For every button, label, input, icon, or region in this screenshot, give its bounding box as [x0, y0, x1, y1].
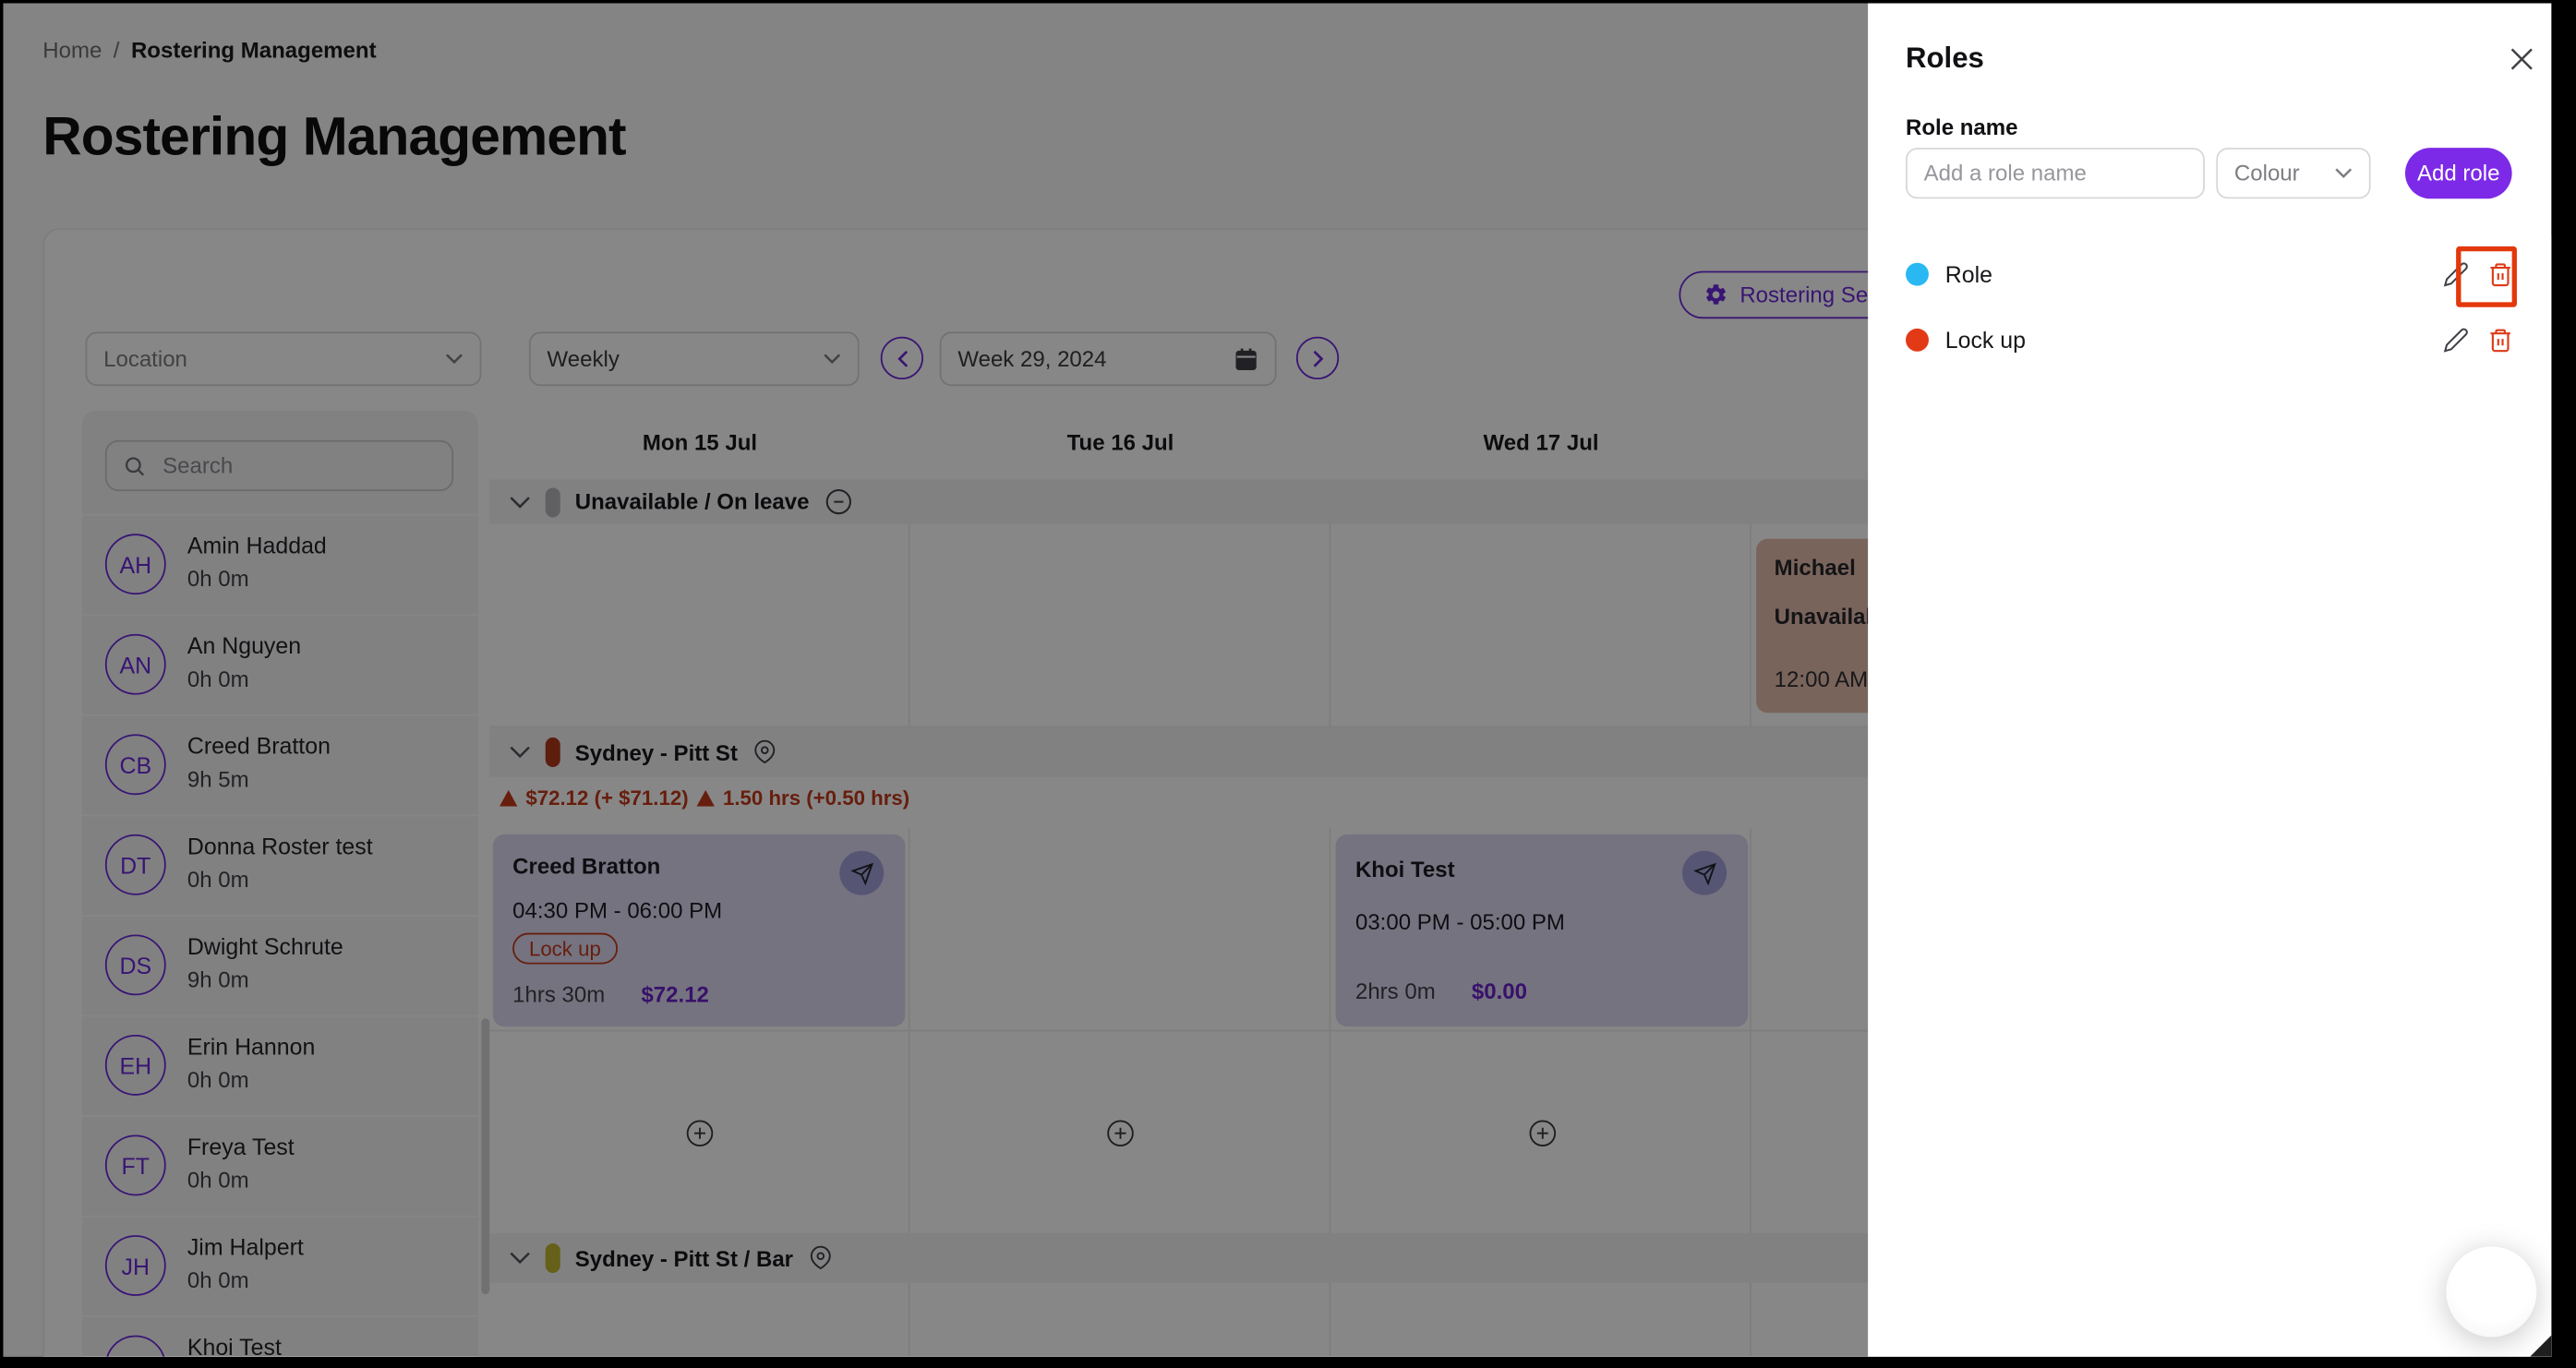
- role-name-input[interactable]: [1906, 148, 2205, 198]
- chat-widget-button[interactable]: [2446, 1247, 2536, 1338]
- delete-role-button[interactable]: [2486, 326, 2513, 354]
- add-role-button[interactable]: Add role: [2405, 148, 2512, 198]
- trash-icon: [2486, 327, 2512, 353]
- role-color-dot: [1906, 263, 1929, 286]
- pencil-icon: [2442, 327, 2468, 353]
- role-row: Lock up: [1906, 316, 2513, 365]
- role-row: Role: [1906, 249, 2513, 298]
- resize-corner-handle: [2530, 1336, 2551, 1357]
- role-name: Role: [1945, 261, 2426, 287]
- chevron-down-icon: [2334, 167, 2353, 178]
- panel-title: Roles: [1906, 41, 1984, 75]
- role-name: Lock up: [1945, 327, 2426, 353]
- annotation-highlight-box: [2456, 246, 2517, 307]
- screen: Home / Rostering Management Rostering Ma…: [4, 4, 2552, 1357]
- edit-role-button[interactable]: [2441, 326, 2469, 354]
- role-name-label: Role name: [1906, 115, 2017, 140]
- app-window: Home / Rostering Management Rostering Ma…: [0, 0, 2576, 1368]
- colour-select-value: Colour: [2234, 161, 2300, 186]
- roles-panel: Roles Role name Colour Add role Role Loc…: [1868, 4, 2551, 1357]
- close-icon: [2509, 46, 2534, 72]
- colour-select[interactable]: Colour: [2216, 148, 2370, 198]
- role-color-dot: [1906, 329, 1929, 352]
- close-button[interactable]: [2509, 46, 2534, 72]
